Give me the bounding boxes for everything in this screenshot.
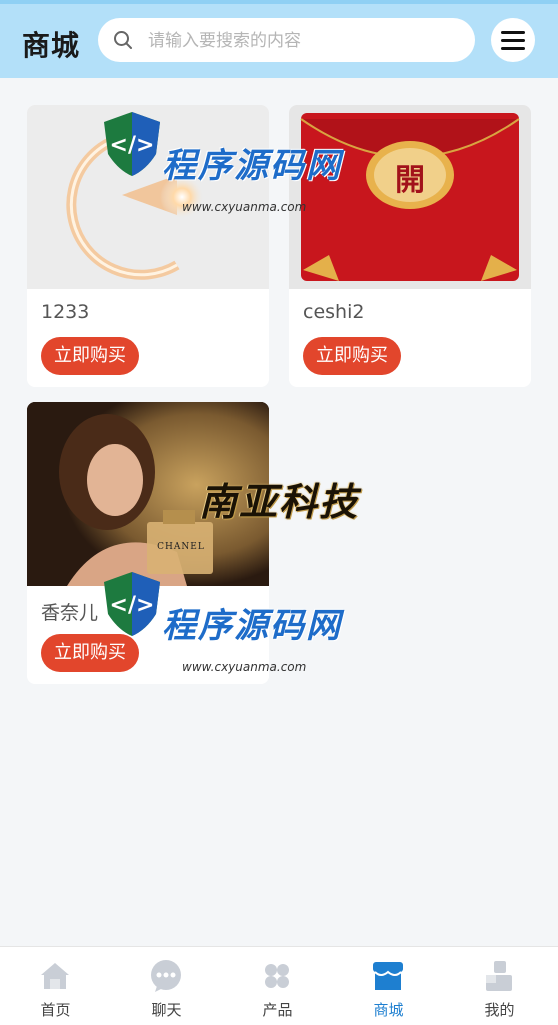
product-name: 香奈儿 — [41, 602, 99, 624]
header-bar: 商城 — [0, 0, 558, 78]
grid-icon — [265, 964, 289, 988]
menu-icon — [501, 31, 525, 34]
product-card[interactable]: CHANEL 香奈儿 立即购买 — [27, 402, 269, 684]
search-input[interactable] — [146, 25, 460, 57]
tab-label: 我的 — [484, 1001, 515, 1019]
store-icon — [373, 962, 403, 990]
user-icon — [486, 961, 512, 991]
tab-label: 聊天 — [151, 1001, 182, 1019]
tab-products[interactable]: 产品 — [222, 947, 333, 1025]
buy-now-button[interactable]: 立即购买 — [41, 337, 139, 375]
tab-profile[interactable]: 我的 — [444, 947, 555, 1025]
tab-chat[interactable]: 聊天 — [111, 947, 222, 1025]
tab-home[interactable]: 首页 — [0, 947, 111, 1025]
buy-now-button[interactable]: 立即购买 — [303, 337, 401, 375]
brand-seal-watermark: 南亚科技 — [198, 479, 359, 524]
chat-icon — [151, 960, 181, 992]
search-box[interactable] — [98, 18, 475, 62]
tab-store[interactable]: 商城 — [333, 947, 444, 1025]
buy-now-button[interactable]: 立即购买 — [41, 634, 139, 672]
home-icon — [41, 963, 69, 989]
glow-graphic — [66, 129, 204, 280]
product-card[interactable]: 1233 立即购买 — [27, 105, 269, 387]
bottom-tab-bar: 首页 聊天 产品 商城 我的 — [0, 946, 558, 1025]
product-card[interactable]: 開 ceshi2 立即购买 — [289, 105, 531, 387]
product-name: ceshi2 — [303, 301, 365, 323]
envelope-seal-text: 開 — [395, 163, 425, 198]
menu-button[interactable] — [491, 18, 535, 62]
tab-label: 产品 — [262, 1001, 293, 1019]
tab-label: 商城 — [373, 1001, 404, 1019]
product-name: 1233 — [41, 301, 90, 323]
perfume-label-text: CHANEL — [157, 542, 205, 552]
search-icon — [114, 31, 132, 49]
product-image[interactable]: 開 — [289, 105, 531, 289]
tab-label: 首页 — [40, 1001, 71, 1019]
product-image[interactable] — [27, 105, 269, 289]
page-title: 商城 — [22, 29, 81, 62]
